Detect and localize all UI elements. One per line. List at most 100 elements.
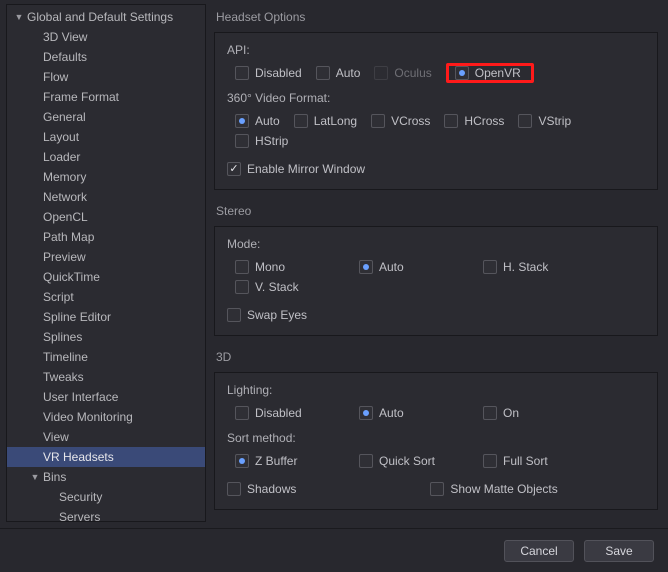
tree-item-network[interactable]: Network [7, 187, 205, 207]
tree-item-tweaks[interactable]: Tweaks [7, 367, 205, 387]
radio-option-hstrip[interactable]: HStrip [235, 131, 288, 151]
tree-item-layout[interactable]: Layout [7, 127, 205, 147]
tree-item-label: Video Monitoring [41, 410, 133, 424]
radio-option-oculus: Oculus [374, 63, 431, 83]
radio-option-z-buffer[interactable]: Z Buffer [235, 451, 345, 471]
radio-option-full-sort[interactable]: Full Sort [483, 451, 593, 471]
shadows-checkbox[interactable]: Shadows [227, 479, 296, 499]
cancel-button[interactable]: Cancel [504, 540, 574, 562]
api-options: Disabled Auto Oculus OpenVR [235, 63, 645, 83]
stereo-mode-label: Mode: [227, 237, 645, 251]
radio-label: VStrip [538, 114, 571, 128]
radio-option-latlong[interactable]: LatLong [294, 111, 357, 131]
radio-option-auto[interactable]: Auto [359, 403, 469, 423]
radio-icon [235, 260, 249, 274]
radio-option-quick-sort[interactable]: Quick Sort [359, 451, 469, 471]
checkbox-icon [430, 482, 444, 496]
radio-option-v-stack[interactable]: V. Stack [235, 277, 345, 297]
tree-item-label: Timeline [41, 350, 88, 364]
tree-item-view[interactable]: View [7, 427, 205, 447]
radio-option-auto[interactable]: Auto [235, 111, 280, 131]
radio-label: HCross [464, 114, 504, 128]
radio-icon [371, 114, 385, 128]
settings-panel: Headset Options API: DisabledAutoOculusO… [212, 0, 662, 528]
radio-option-mono[interactable]: Mono [235, 257, 345, 277]
tree-item-3d-view[interactable]: 3D View [7, 27, 205, 47]
tree-item-bins[interactable]: ▼Bins [7, 467, 205, 487]
stereo-box: Mode: Mono Auto H. Stack V. Stack Swap Eyes [214, 226, 658, 336]
tree-item-security[interactable]: Security [7, 487, 205, 507]
radio-icon [235, 280, 249, 294]
video-format-options: Auto LatLong VCross HCross VStrip HStrip [235, 111, 645, 151]
settings-tree[interactable]: ▼Global and Default Settings 3D View Defau… [6, 4, 206, 522]
tree-item-video-monitoring[interactable]: Video Monitoring [7, 407, 205, 427]
tree-item-label: Memory [41, 170, 86, 184]
tree-item-servers[interactable]: Servers [7, 507, 205, 522]
radio-label: OpenVR [475, 66, 521, 80]
checkbox-icon [227, 482, 241, 496]
tree-item-label: Tweaks [41, 370, 84, 384]
tree-item-user-interface[interactable]: User Interface [7, 387, 205, 407]
tree-item-preview[interactable]: Preview [7, 247, 205, 267]
tree-item-timeline[interactable]: Timeline [7, 347, 205, 367]
radio-option-vstrip[interactable]: VStrip [518, 111, 571, 131]
tree-item-loader[interactable]: Loader [7, 147, 205, 167]
disclosure-triangle-icon[interactable]: ▼ [13, 12, 25, 22]
enable-mirror-checkbox[interactable]: ✓ Enable Mirror Window [227, 159, 631, 179]
radio-label: Mono [255, 260, 285, 274]
tree-item-splines[interactable]: Splines [7, 327, 205, 347]
tree-item-label: Spline Editor [41, 310, 111, 324]
tree-item-flow[interactable]: Flow [7, 67, 205, 87]
save-button[interactable]: Save [584, 540, 654, 562]
tree-item-label: Frame Format [41, 90, 119, 104]
matte-label: Show Matte Objects [450, 482, 557, 496]
tree-item-label: Preview [41, 250, 86, 264]
radio-option-auto[interactable]: Auto [359, 257, 469, 277]
radio-option-auto[interactable]: Auto [316, 63, 361, 83]
radio-option-hcross[interactable]: HCross [444, 111, 504, 131]
radio-option-openvr[interactable]: OpenVR [446, 63, 534, 83]
radio-label: Auto [336, 66, 361, 80]
radio-label: H. Stack [503, 260, 548, 274]
tree-item-path-map[interactable]: Path Map [7, 227, 205, 247]
swap-eyes-label: Swap Eyes [247, 308, 307, 322]
tree-item-memory[interactable]: Memory [7, 167, 205, 187]
tree-root-global[interactable]: ▼Global and Default Settings [7, 7, 205, 27]
radio-icon [359, 454, 373, 468]
tree-item-label: Script [41, 290, 74, 304]
radio-icon [316, 66, 330, 80]
radio-label: On [503, 406, 519, 420]
checkbox-icon [227, 308, 241, 322]
tree-item-defaults[interactable]: Defaults [7, 47, 205, 67]
stereo-mode-options: Mono Auto H. Stack V. Stack [235, 257, 645, 297]
radio-label: LatLong [314, 114, 357, 128]
tree-item-vr-headsets[interactable]: VR Headsets [7, 447, 205, 467]
radio-label: HStrip [255, 134, 288, 148]
matte-checkbox[interactable]: Show Matte Objects [430, 479, 557, 499]
tree-item-label: Flow [41, 70, 68, 84]
radio-option-h-stack[interactable]: H. Stack [483, 257, 593, 277]
tree-item-label: Bins [41, 470, 66, 484]
radio-option-vcross[interactable]: VCross [371, 111, 430, 131]
swap-eyes-checkbox[interactable]: Swap Eyes [227, 305, 631, 325]
section-heading-stereo: Stereo [216, 204, 658, 218]
tree-item-script[interactable]: Script [7, 287, 205, 307]
tree-item-general[interactable]: General [7, 107, 205, 127]
tree-item-spline-editor[interactable]: Spline Editor [7, 307, 205, 327]
tree-item-opencl[interactable]: OpenCL [7, 207, 205, 227]
radio-icon [374, 66, 388, 80]
section-heading-3d: 3D [216, 350, 658, 364]
headset-options-box: API: DisabledAutoOculusOpenVR 360° Video… [214, 32, 658, 190]
radio-icon [483, 454, 497, 468]
tree-item-frame-format[interactable]: Frame Format [7, 87, 205, 107]
radio-option-disabled[interactable]: Disabled [235, 63, 302, 83]
disclosure-triangle-icon[interactable]: ▼ [29, 472, 41, 482]
radio-option-disabled[interactable]: Disabled [235, 403, 345, 423]
radio-label: Auto [379, 260, 404, 274]
radio-option-on[interactable]: On [483, 403, 593, 423]
tree-item-label: 3D View [41, 30, 87, 44]
radio-icon [518, 114, 532, 128]
tree-item-quicktime[interactable]: QuickTime [7, 267, 205, 287]
tree-item-label: VR Headsets [41, 450, 114, 464]
tree-item-label: Loader [41, 150, 80, 164]
